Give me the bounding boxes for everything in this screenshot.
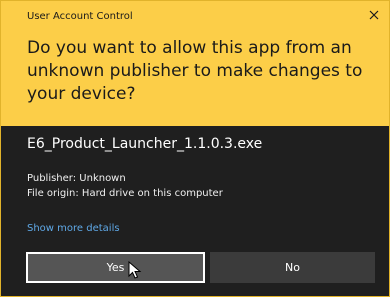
file-origin-text: File origin: Hard drive on this computer	[27, 188, 223, 199]
dialog-header: User Account Control Do you want to allo…	[1, 1, 389, 126]
dialog-title: User Account Control	[27, 11, 133, 22]
uac-dialog: User Account Control Do you want to allo…	[0, 0, 390, 297]
publisher-text: Publisher: Unknown	[27, 173, 126, 184]
no-button[interactable]: No	[210, 252, 375, 283]
close-icon	[369, 10, 379, 20]
dialog-body: E6_Product_Launcher_1.1.0.3.exe Publishe…	[1, 126, 389, 296]
app-name: E6_Product_Launcher_1.1.0.3.exe	[27, 136, 263, 152]
no-button-label: No	[285, 261, 300, 274]
close-button[interactable]	[365, 6, 383, 24]
permission-question: Do you want to allow this app from an un…	[27, 38, 363, 104]
yes-button[interactable]: Yes	[26, 252, 205, 283]
yes-button-label: Yes	[106, 261, 125, 274]
show-more-details-link[interactable]: Show more details	[27, 223, 120, 234]
mouse-pointer-icon	[128, 261, 142, 279]
